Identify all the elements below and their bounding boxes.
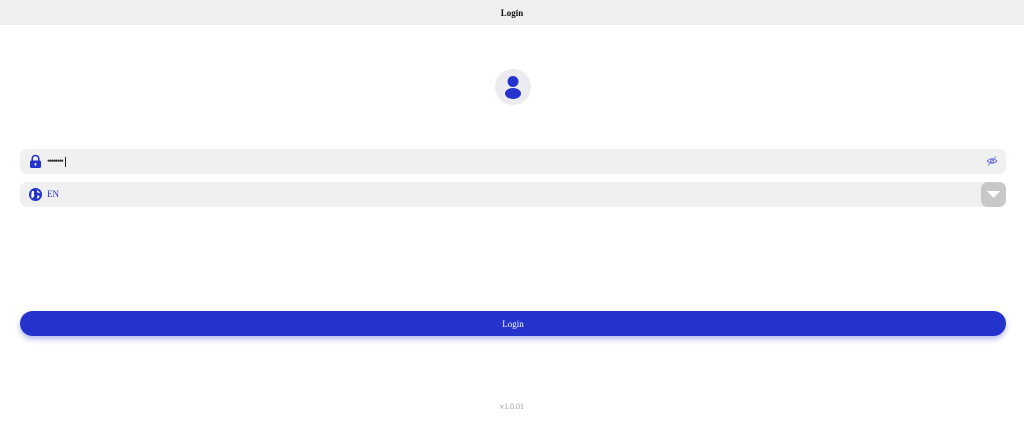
user-icon [505,76,521,99]
text-caret [64,156,66,167]
triangle-down-icon [987,191,1000,198]
globe-icon [29,188,42,201]
version-label: v1.0.01 [500,402,524,411]
dropdown-button[interactable] [981,182,1006,207]
password-value: •••••••• [47,156,64,166]
page-title: Login [500,7,524,18]
lock-icon [30,154,41,168]
language-value: EN [47,189,59,199]
password-input[interactable]: •••••••• [47,149,66,174]
login-button[interactable]: Login [20,311,1006,336]
title-bar: Login [0,0,1024,25]
eye-off-icon[interactable] [986,155,998,167]
password-field[interactable]: •••••••• [20,149,1006,174]
avatar [495,69,531,105]
login-page: Login •••••••• EN Login v1.0.01 [0,0,1024,424]
language-select[interactable]: EN [20,182,1006,207]
